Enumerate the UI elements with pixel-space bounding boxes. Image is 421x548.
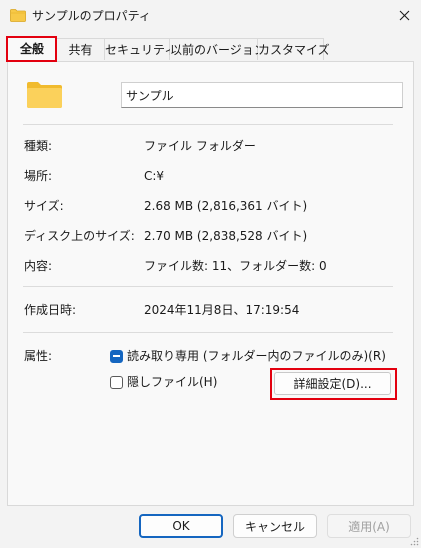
folder-icon: [10, 9, 26, 22]
tab-sharing[interactable]: 共有: [57, 38, 105, 60]
attributes-label: 属性:: [24, 349, 53, 363]
created-value: 2024年11月8日、17:19:54: [144, 303, 300, 317]
window-title: サンプルのプロパティ: [32, 9, 151, 23]
location-label: 場所:: [24, 169, 53, 183]
properties-window: サンプルのプロパティ 全般 共有 セキュリティ 以前のバージョン カスタマイズ …: [0, 0, 421, 548]
type-value: ファイル フォルダー: [144, 139, 256, 153]
hidden-checkbox[interactable]: [110, 376, 123, 389]
readonly-label[interactable]: 読み取り専用 (フォルダー内のファイルのみ)(R): [127, 348, 386, 364]
hidden-label[interactable]: 隠しファイル(H): [127, 374, 217, 390]
folder-name-input[interactable]: [121, 82, 403, 108]
general-panel: [7, 61, 414, 506]
resize-grip-icon[interactable]: [410, 537, 419, 546]
divider: [23, 124, 393, 125]
contains-label: 内容:: [24, 259, 53, 273]
size-on-disk-label: ディスク上のサイズ:: [24, 229, 135, 243]
size-value: 2.68 MB (2,816,361 バイト): [144, 199, 308, 213]
tab-previous-versions[interactable]: 以前のバージョン: [170, 38, 266, 60]
divider: [23, 286, 393, 287]
tab-security[interactable]: セキュリティ: [105, 38, 176, 60]
location-value: C:¥: [144, 169, 165, 183]
advanced-button[interactable]: 詳細設定(D)...: [274, 372, 391, 395]
title-bar[interactable]: サンプルのプロパティ: [0, 0, 421, 32]
tab-customize[interactable]: カスタマイズ: [258, 38, 330, 60]
size-label: サイズ:: [24, 199, 64, 213]
created-label: 作成日時:: [24, 303, 77, 317]
ok-button[interactable]: OK: [139, 514, 223, 538]
close-button[interactable]: [392, 5, 416, 27]
cancel-button[interactable]: キャンセル: [233, 514, 317, 538]
apply-button[interactable]: 適用(A): [327, 514, 411, 538]
contains-value: ファイル数: 11、フォルダー数: 0: [144, 259, 327, 273]
size-on-disk-value: 2.70 MB (2,838,528 バイト): [144, 229, 308, 243]
type-label: 種類:: [24, 139, 53, 153]
readonly-checkbox[interactable]: [110, 350, 123, 363]
large-folder-icon: [27, 82, 62, 108]
tab-general[interactable]: 全般: [7, 36, 57, 61]
divider: [23, 332, 393, 333]
